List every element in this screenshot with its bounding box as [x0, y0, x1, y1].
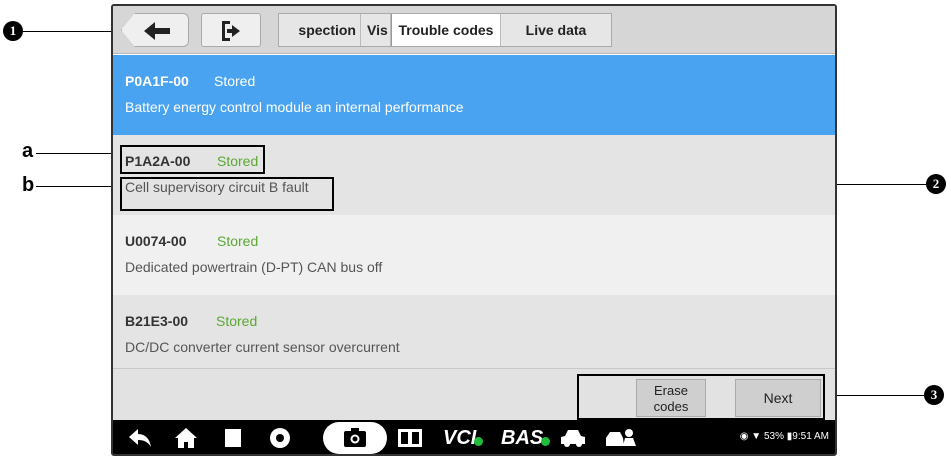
erase-label-line2: codes	[653, 399, 689, 414]
tab-inspection[interactable]: spection	[279, 14, 361, 46]
home-icon[interactable]	[171, 420, 201, 454]
dtc-code: B21E3-00	[125, 313, 189, 329]
callout-2-line	[836, 184, 926, 185]
exit-button[interactable]	[201, 13, 261, 47]
dtc-status: Stored	[214, 73, 256, 89]
arrow-left-icon	[144, 22, 170, 40]
car-service-icon[interactable]	[603, 420, 639, 454]
callout-1-line	[23, 31, 121, 32]
toolbar: spection Vis Trouble codes Live data	[113, 6, 835, 54]
car-icon[interactable]	[558, 420, 588, 454]
code-row[interactable]: U0074-00 Stored Dedicated powertrain (D-…	[113, 215, 835, 295]
back-button[interactable]	[121, 13, 189, 47]
tab-vis[interactable]: Vis	[361, 14, 391, 46]
callout-1: 1	[3, 21, 23, 41]
action-bar: Erase codes Next	[113, 368, 835, 420]
code-highlight-box	[120, 145, 265, 174]
camera-icon[interactable]	[323, 422, 387, 454]
callout-a: a	[22, 140, 34, 162]
vci-label: VCI	[443, 427, 477, 449]
next-button[interactable]: Next	[735, 379, 821, 417]
clock: 9:51 AM	[792, 431, 829, 442]
callout-3: 3	[924, 385, 944, 405]
code-row[interactable]: B21E3-00 Stored DC/DC converter current …	[113, 295, 835, 375]
callout-b-line	[36, 186, 120, 187]
callout-2: 2	[926, 174, 946, 194]
wifi-icon: ▼	[751, 431, 762, 442]
tab-bar: spection Vis Trouble codes Live data	[278, 13, 612, 47]
chrome-icon[interactable]	[265, 420, 295, 454]
erase-codes-button[interactable]: Erase codes	[636, 379, 706, 417]
recent-apps-icon[interactable]	[221, 420, 245, 454]
bas-icon[interactable]: BAS	[501, 427, 551, 450]
tab-live-data[interactable]: Live data	[501, 14, 611, 46]
bluetooth-icon: ◉	[739, 431, 749, 442]
system-nav-bar: VCI BAS ◉ ▼ 53% ▮9:51 AM	[113, 420, 835, 454]
code-row[interactable]: P0A1F-00 Stored Battery energy control m…	[113, 55, 835, 135]
dtc-code: U0074-00	[125, 233, 187, 249]
tab-trouble-codes[interactable]: Trouble codes	[391, 14, 501, 46]
dtc-description: Battery energy control module an interna…	[125, 99, 464, 115]
dtc-status: Stored	[216, 313, 258, 329]
bas-label: BAS	[501, 427, 544, 449]
callout-3-line	[826, 395, 924, 396]
device-screen: spection Vis Trouble codes Live data P0A…	[111, 4, 837, 456]
battery-level: 53%	[763, 431, 784, 442]
callout-b: b	[22, 174, 35, 196]
dtc-code: P0A1F-00	[125, 73, 189, 89]
dtc-status: Stored	[217, 233, 259, 249]
dtc-description: DC/DC converter current sensor overcurre…	[125, 339, 400, 355]
exit-icon	[222, 21, 240, 41]
erase-label-line1: Erase	[654, 383, 688, 398]
vci-icon[interactable]: VCI	[443, 427, 484, 450]
screen-record-icon[interactable]	[395, 420, 425, 454]
callout-a-line	[36, 153, 120, 154]
description-highlight-box	[120, 177, 334, 211]
trouble-code-list: P0A1F-00 Stored Battery energy control m…	[113, 55, 835, 375]
nav-back-icon[interactable]	[125, 420, 155, 454]
dtc-description: Dedicated powertrain (D-PT) CAN bus off	[125, 259, 383, 275]
status-info: ◉ ▼ 53% ▮9:51 AM	[740, 431, 829, 442]
